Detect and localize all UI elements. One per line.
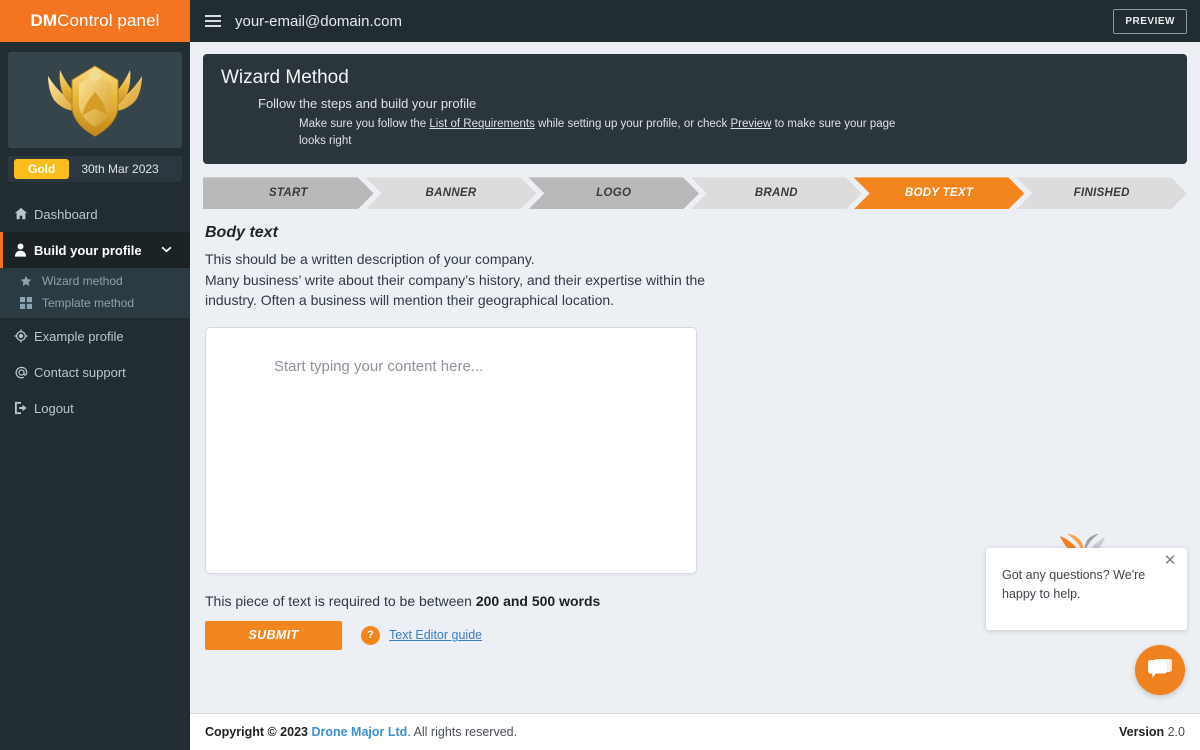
step-banner[interactable]: BANNER — [366, 177, 537, 209]
footer-copyright-suffix: . All rights reserved. — [407, 725, 518, 739]
hamburger-icon[interactable] — [205, 15, 221, 27]
sidebar-item-example-profile[interactable]: Example profile — [0, 318, 190, 354]
step-body-text[interactable]: BODY TEXT — [854, 177, 1025, 209]
hamburger-line — [205, 15, 221, 17]
sidebar-item-dashboard[interactable]: Dashboard — [0, 196, 190, 232]
step-logo[interactable]: LOGO — [528, 177, 699, 209]
step-start[interactable]: START — [203, 177, 374, 209]
grid-icon — [20, 297, 42, 309]
drone-major-link[interactable]: Drone Major Ltd — [311, 725, 407, 739]
footer-copyright: Copyright © 2023 Drone Major Ltd. All ri… — [205, 725, 517, 739]
tier-badge: Gold — [14, 159, 70, 179]
footer-version-value: 2.0 — [1167, 725, 1185, 739]
tier-row: Gold 30th Mar 2023 — [8, 156, 182, 182]
section-title: Body text — [205, 224, 278, 242]
chat-launcher-button[interactable] — [1135, 645, 1185, 695]
sidebar-item-label: Contact support — [34, 364, 126, 380]
wizard-desc-part2: while setting up your profile, or check — [534, 118, 731, 130]
sidebar-subitem-template-method[interactable]: Template method — [0, 292, 190, 314]
hamburger-line — [205, 25, 221, 27]
sidebar-subitem-wizard-method[interactable]: Wizard method — [0, 270, 190, 292]
gold-wing-crest-badge — [48, 65, 142, 137]
sidebar-nav: Dashboard Build your profile Wizard meth… — [0, 196, 190, 426]
body-text-paragraph-2: Many business’ write about their company… — [205, 272, 706, 309]
chat-bubble-icon — [1148, 659, 1172, 678]
help-question-icon[interactable]: ? — [361, 625, 380, 645]
target-icon — [14, 329, 34, 343]
chevron-down-icon[interactable] — [161, 244, 172, 256]
wizard-info-panel: Wizard Method Follow the steps and build… — [203, 54, 1187, 165]
chat-popup: ✕ Got any questions? We're happy to help… — [986, 548, 1187, 630]
brand-logo-text: Control panel — [57, 11, 160, 30]
user-icon — [14, 243, 34, 257]
top-header-bar: your-email@domain.com PREVIEW — [190, 0, 1200, 42]
footer: Copyright © 2023 Drone Major Ltd. All ri… — [190, 713, 1200, 750]
step-brand[interactable]: BRAND — [691, 177, 862, 209]
user-email-label: your-email@domain.com — [235, 12, 402, 30]
sidebar-item-label: Example profile — [34, 328, 124, 344]
chat-popup-message: Got any questions? We're happy to help. — [1002, 568, 1146, 602]
hamburger-line — [205, 20, 221, 22]
sidebar: DM Control panel Gold 30th Mar 2023 Dash… — [0, 0, 190, 750]
footer-copyright-prefix: Copyright © 2023 — [205, 725, 312, 739]
sidebar-item-build-your-profile[interactable]: Build your profile — [0, 232, 190, 268]
sidebar-item-label: Dashboard — [34, 206, 98, 222]
preview-button[interactable]: PREVIEW — [1113, 8, 1187, 34]
home-icon — [14, 207, 34, 221]
sidebar-submenu: Wizard method Template method — [0, 268, 190, 318]
page-title: Wizard Method — [221, 67, 349, 88]
wizard-description: Make sure you follow the List of Require… — [299, 116, 899, 149]
sidebar-item-contact-support[interactable]: Contact support — [0, 354, 190, 390]
text-editor-guide-link[interactable]: Text Editor guide — [389, 628, 482, 642]
word-requirement-range: 200 and 500 words — [475, 592, 601, 609]
wizard-subtitle: Follow the steps and build your profile — [258, 96, 477, 111]
footer-version: Version 2.0 — [1119, 725, 1185, 739]
submit-button[interactable]: SUBMIT — [205, 620, 342, 650]
logout-icon — [14, 401, 34, 415]
brand-logo-bold: DM — [30, 11, 58, 30]
list-of-requirements-link[interactable]: List of Requirements — [429, 118, 534, 130]
at-icon — [14, 365, 34, 380]
wizard-step-bar: START BANNER LOGO BRAND BODY TEXT FINISH… — [203, 177, 1187, 209]
sidebar-item-label: Build your profile — [34, 242, 142, 258]
sidebar-item-logout[interactable]: Logout — [0, 390, 190, 426]
step-finished[interactable]: FINISHED — [1016, 177, 1187, 209]
app-root: DM Control panel Gold 30th Mar 2023 Dash… — [0, 0, 1200, 750]
crest-card — [8, 52, 182, 148]
wizard-desc-part1: Make sure you follow the — [299, 118, 430, 130]
content-textarea[interactable] — [205, 326, 697, 574]
sidebar-subitem-label: Wizard method — [42, 274, 123, 288]
sidebar-item-label: Logout — [34, 400, 74, 416]
body-text-paragraph-1: This should be a written description of … — [205, 251, 535, 268]
close-icon[interactable]: ✕ — [1162, 553, 1178, 569]
sidebar-subitem-label: Template method — [42, 296, 135, 310]
tier-date: 30th Mar 2023 — [81, 162, 159, 176]
brand-logo[interactable]: DM Control panel — [0, 0, 190, 42]
word-requirement-prefix: This piece of text is required to be bet… — [205, 592, 476, 609]
footer-version-label: Version — [1118, 725, 1168, 739]
preview-link[interactable]: Preview — [730, 118, 771, 130]
star-icon — [20, 275, 42, 287]
